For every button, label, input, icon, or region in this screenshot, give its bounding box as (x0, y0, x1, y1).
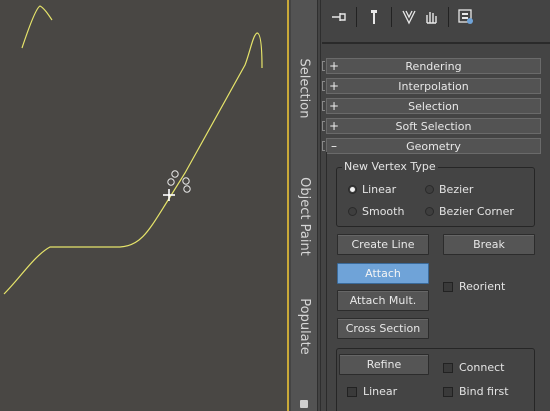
checkbox-box (443, 281, 453, 292)
expand-icon: + (328, 99, 340, 113)
rollout-soft-selection[interactable]: + Soft Selection (326, 118, 541, 134)
rollout-bracket (322, 141, 325, 151)
modifier-stack-icon[interactable] (363, 6, 385, 28)
rollout-title: Interpolation (398, 79, 469, 93)
spline-curve-main[interactable] (3, 32, 263, 295)
rollout-interpolation[interactable]: + Interpolation (326, 78, 541, 94)
command-panel: + Rendering + Interpolation + Selection … (318, 0, 550, 411)
toolbar-separator (448, 7, 449, 27)
rollout-title: Geometry (406, 139, 461, 153)
new-vertex-type-group: New Vertex Type Linear Bezier Smooth Bez… (336, 160, 535, 227)
ribbon-tab-populate[interactable]: Populate (292, 290, 316, 362)
radio-smooth[interactable]: Smooth (348, 205, 404, 218)
rollout-title: Rendering (405, 59, 462, 73)
rollout-title: Soft Selection (395, 119, 472, 133)
radio-bezier[interactable]: Bezier (425, 183, 473, 196)
spline-curve-top (21, 5, 53, 49)
radio-bezier-corner[interactable]: Bezier Corner (425, 205, 514, 218)
toolbar-separator (356, 7, 357, 27)
ribbon-scroll-handle[interactable] (300, 400, 308, 408)
ribbon-tab-object-paint[interactable]: Object Paint (292, 168, 316, 264)
create-line-button[interactable]: Create Line (337, 234, 429, 255)
rollout-bracket (322, 61, 325, 71)
pin-stack-icon[interactable] (328, 6, 350, 28)
modifier-stack-toolbar (318, 0, 550, 34)
linear-checkbox[interactable]: Linear (347, 385, 397, 398)
radio-dot (348, 185, 357, 194)
ribbon-tab-label: Object Paint (296, 176, 312, 256)
toolbar-divider (322, 42, 550, 44)
ribbon: Selection Object Paint Populate (291, 0, 318, 411)
attach-button[interactable]: Attach (337, 263, 429, 284)
rollout-title: Selection (408, 99, 459, 113)
checkbox-label: Reorient (459, 280, 506, 293)
refine-group: Refine Connect Linear Bind first (336, 348, 535, 411)
expand-icon: + (328, 119, 340, 133)
radio-dot (425, 185, 434, 194)
connect-checkbox[interactable]: Connect (443, 361, 504, 374)
radio-label: Bezier (439, 183, 474, 196)
toolbar-separator (391, 7, 392, 27)
viewport[interactable] (0, 0, 289, 411)
viewport-canvas[interactable] (0, 0, 289, 411)
ribbon-tab-label: Populate (296, 297, 312, 355)
rollout-rendering[interactable]: + Rendering (326, 58, 541, 74)
rollout-bracket (322, 81, 325, 91)
checkbox-box (347, 386, 357, 397)
collapse-icon: – (331, 139, 337, 153)
expand-icon: + (328, 79, 340, 93)
break-button[interactable]: Break (443, 234, 535, 255)
bind-first-checkbox[interactable]: Bind first (443, 385, 509, 398)
expand-icon: + (328, 59, 340, 73)
ribbon-tab-label: Selection (296, 58, 312, 118)
rollout-bracket (322, 101, 325, 111)
make-unique-icon[interactable] (420, 6, 442, 28)
configure-modifier-sets-icon[interactable] (455, 6, 477, 28)
attach-mult-button[interactable]: Attach Mult. (337, 290, 429, 311)
radio-label: Smooth (362, 205, 405, 218)
group-title: New Vertex Type (342, 160, 438, 173)
checkbox-box (443, 386, 453, 397)
reorient-checkbox[interactable]: Reorient (443, 280, 505, 293)
checkbox-label: Connect (459, 361, 505, 374)
radio-linear[interactable]: Linear (348, 183, 396, 196)
cross-section-button[interactable]: Cross Section (337, 318, 429, 339)
radio-label: Bezier Corner (439, 205, 514, 218)
ribbon-tab-selection[interactable]: Selection (292, 50, 316, 126)
geometry-rollout-body: New Vertex Type Linear Bezier Smooth Bez… (326, 152, 541, 411)
checkbox-box (443, 362, 453, 373)
radio-label: Linear (362, 183, 397, 196)
checkbox-label: Bind first (459, 385, 509, 398)
checkbox-label: Linear (363, 385, 398, 398)
rollout-bracket (322, 121, 325, 131)
refine-button[interactable]: Refine (339, 354, 429, 375)
show-end-result-icon[interactable] (398, 6, 420, 28)
radio-dot (425, 207, 434, 216)
radio-dot (348, 207, 357, 216)
rollout-selection[interactable]: + Selection (326, 98, 541, 114)
